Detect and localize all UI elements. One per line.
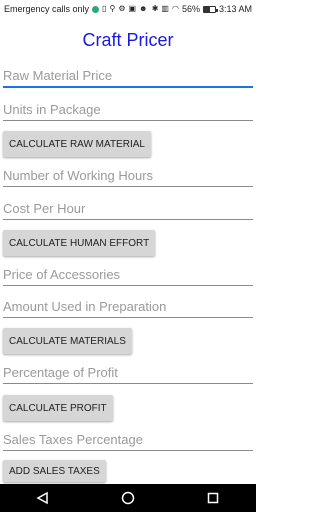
calculate-materials-button[interactable]: CALCULATE MATERIALS bbox=[3, 328, 132, 354]
raw-material-price-input[interactable] bbox=[3, 68, 253, 83]
back-button[interactable] bbox=[33, 488, 53, 508]
cost-per-hour-field[interactable] bbox=[3, 200, 253, 220]
percentage-of-profit-field[interactable] bbox=[3, 364, 253, 384]
home-button[interactable] bbox=[118, 488, 138, 508]
calculate-human-effort-button[interactable]: CALCULATE HUMAN EFFORT bbox=[3, 230, 156, 256]
status-bar-left: Emergency calls only ▯ ⚲ ⚙ ▣ ☻ bbox=[4, 4, 147, 14]
clock: 3:13 AM bbox=[218, 4, 252, 14]
carrier-text: Emergency calls only bbox=[4, 4, 90, 14]
working-hours-input[interactable] bbox=[3, 168, 253, 183]
percentage-of-profit-input[interactable] bbox=[3, 365, 253, 380]
battery-icon bbox=[202, 5, 218, 13]
amount-used-input[interactable] bbox=[3, 299, 253, 314]
usb-icon: ⚲ bbox=[109, 4, 116, 13]
status-bar-right: ✱ ▥ ◠ 56% 3:13 AM bbox=[152, 4, 252, 14]
sim-icon: ▯ bbox=[102, 4, 107, 13]
back-triangle-icon bbox=[36, 491, 48, 505]
recents-square-icon bbox=[208, 492, 219, 504]
working-hours-field[interactable] bbox=[3, 167, 253, 187]
units-in-package-field[interactable] bbox=[3, 101, 253, 121]
amount-used-field[interactable] bbox=[3, 298, 253, 318]
battery-percent: 56% bbox=[181, 4, 200, 14]
calculate-raw-material-button[interactable]: CALCULATE RAW MATERIAL bbox=[3, 131, 151, 157]
home-circle-icon bbox=[121, 491, 135, 505]
raw-material-price-field[interactable] bbox=[3, 68, 253, 88]
calculate-profit-button[interactable]: CALCULATE PROFIT bbox=[3, 395, 113, 421]
battery-fill bbox=[203, 6, 211, 12]
vibrate-icon: ▥ bbox=[161, 4, 169, 13]
sales-taxes-field[interactable] bbox=[3, 431, 253, 451]
page-title: Craft Pricer bbox=[82, 30, 174, 50]
recents-button[interactable] bbox=[203, 488, 223, 508]
status-bar: Emergency calls only ▯ ⚲ ⚙ ▣ ☻ ✱ ▥ ◠ 56%… bbox=[0, 0, 256, 18]
price-of-accessories-input[interactable] bbox=[3, 267, 253, 282]
cost-per-hour-input[interactable] bbox=[3, 201, 253, 216]
sales-taxes-input[interactable] bbox=[3, 432, 253, 447]
wifi-icon: ◠ bbox=[171, 4, 179, 13]
cat-icon: ☻ bbox=[139, 4, 148, 13]
navigation-bar bbox=[0, 484, 256, 512]
units-in-package-input[interactable] bbox=[3, 102, 253, 117]
notification-dot-icon bbox=[92, 5, 100, 13]
image-icon: ▣ bbox=[128, 4, 137, 13]
price-of-accessories-field[interactable] bbox=[3, 266, 253, 286]
settings-icon: ⚙ bbox=[118, 4, 126, 13]
bluetooth-icon: ✱ bbox=[151, 4, 159, 13]
add-sales-taxes-button[interactable]: ADD SALES TAXES bbox=[3, 460, 106, 482]
